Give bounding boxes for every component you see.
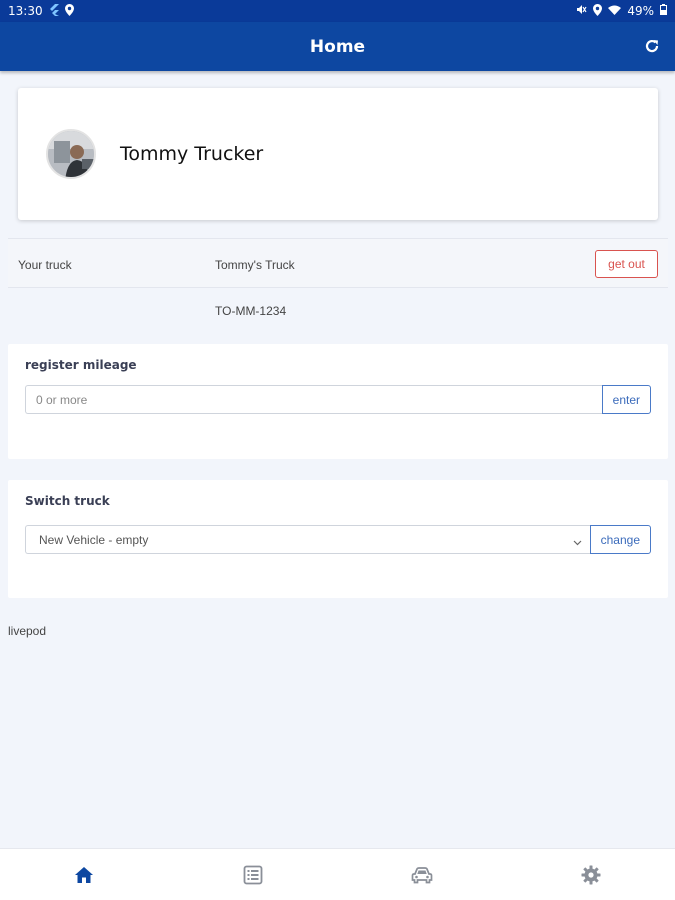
battery-icon	[660, 4, 667, 18]
refresh-button[interactable]	[641, 35, 663, 57]
truck-info-row: Your truck Tommy's Truck get out	[8, 238, 668, 288]
gear-icon	[581, 865, 601, 884]
mileage-panel: register mileage enter	[8, 344, 668, 459]
list-icon	[243, 865, 263, 884]
mileage-input-group: enter	[25, 385, 651, 414]
mileage-input[interactable]	[25, 385, 602, 414]
nav-item-list[interactable]	[169, 849, 337, 900]
status-right: 49%	[576, 3, 667, 19]
truck-select-value: New Vehicle - empty	[39, 532, 149, 547]
change-button[interactable]: change	[589, 525, 651, 554]
truck-plate-row: TO-MM-1234	[8, 288, 668, 332]
truck-plate: TO-MM-1234	[215, 304, 287, 318]
chevron-down-icon	[573, 535, 582, 549]
status-left: 13:30	[8, 3, 74, 19]
get-out-button[interactable]: get out	[595, 250, 658, 278]
bottom-nav	[0, 848, 675, 900]
footer-brand: livepod	[8, 624, 47, 638]
flutter-icon	[49, 3, 59, 19]
switch-truck-title: Switch truck	[25, 494, 110, 508]
status-bar: 13:30 49%	[0, 0, 675, 22]
nav-item-settings[interactable]	[507, 849, 675, 900]
profile-name: Tommy Trucker	[120, 143, 264, 165]
status-time: 13:30	[8, 4, 43, 18]
refresh-icon	[645, 39, 659, 53]
mute-icon	[576, 4, 587, 18]
avatar	[46, 129, 96, 179]
wifi-icon	[608, 4, 622, 18]
switch-truck-panel: Switch truck New Vehicle - empty change	[8, 480, 668, 598]
home-icon	[75, 866, 94, 883]
nav-item-home[interactable]	[0, 849, 168, 900]
location-pin-icon	[593, 3, 603, 19]
location-pin-icon	[64, 3, 74, 19]
nav-item-vehicles[interactable]	[338, 849, 506, 900]
truck-name: Tommy's Truck	[215, 258, 295, 272]
enter-button[interactable]: enter	[601, 385, 651, 414]
app-bar: Home	[0, 22, 675, 71]
battery-level: 49%	[627, 4, 654, 18]
truck-select[interactable]: New Vehicle - empty	[25, 525, 590, 554]
mileage-title: register mileage	[25, 358, 137, 372]
page-title: Home	[309, 36, 366, 57]
profile-card: Tommy Trucker	[18, 88, 658, 220]
switch-truck-input-group: New Vehicle - empty change	[25, 525, 651, 554]
car-icon	[411, 866, 433, 883]
truck-label: Your truck	[18, 258, 72, 272]
